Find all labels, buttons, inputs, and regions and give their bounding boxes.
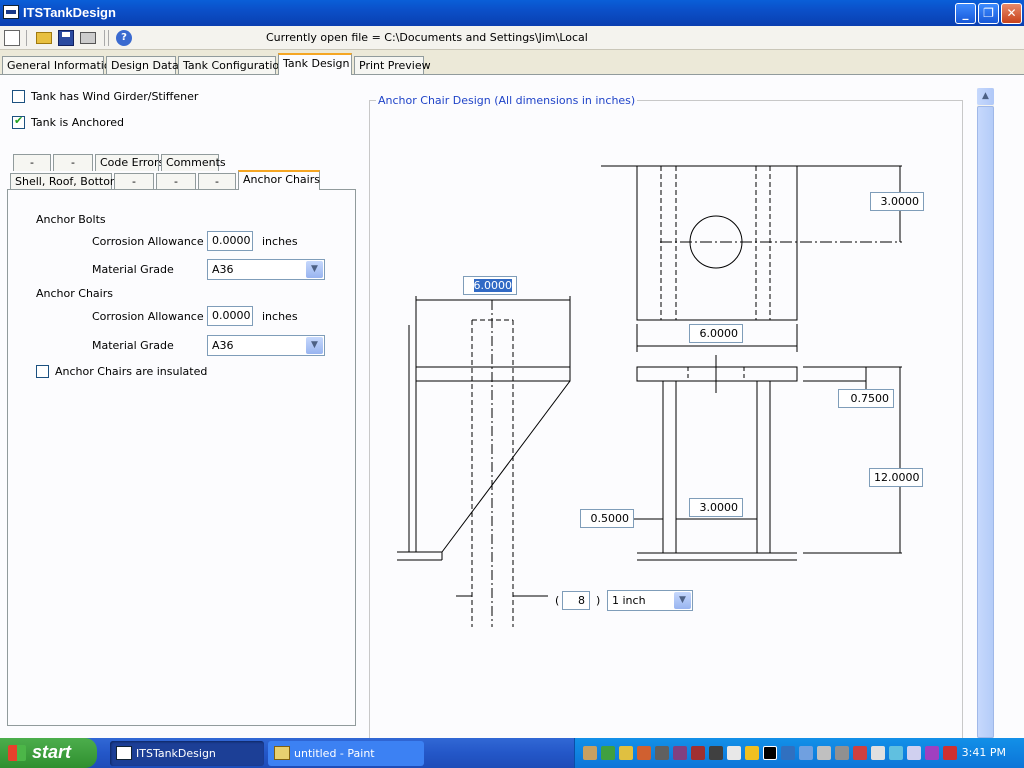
task-itstankdesign[interactable]: ITSTankDesign	[110, 741, 264, 766]
chair-height-input[interactable]: 12.0000	[869, 468, 923, 487]
cap-thickness-input[interactable]: 0.7500	[838, 389, 894, 408]
gusset-spacing-input[interactable]: 3.0000	[689, 498, 743, 517]
system-tray: 3:41 PM	[574, 738, 1024, 768]
tray-app-icon[interactable]	[709, 746, 723, 760]
taskbar: start ITSTankDesign untitled - Paint 3:4…	[0, 738, 1024, 768]
subtab-anchor-chairs[interactable]: Anchor Chairs	[238, 170, 320, 190]
side-view	[397, 296, 571, 627]
scroll-thumb[interactable]	[977, 106, 994, 738]
start-label: start	[32, 742, 72, 762]
bolt-count-open-paren: (	[555, 594, 560, 607]
windows-flag-icon	[8, 745, 26, 761]
plan-width-input[interactable]: 6.0000	[689, 324, 743, 343]
paint-icon	[274, 746, 290, 760]
gusset-thickness-input[interactable]: 0.5000	[580, 509, 634, 528]
tray-app-icon[interactable]	[853, 746, 867, 760]
clock: 3:41 PM	[961, 746, 1006, 759]
tab-tank-design[interactable]: Tank Design	[278, 53, 352, 75]
tray-app-icon[interactable]	[619, 746, 633, 760]
tray-app-icon[interactable]	[673, 746, 687, 760]
tray-app-icon[interactable]	[655, 746, 669, 760]
tray-app-icon[interactable]	[763, 746, 777, 760]
bolt-count-close-paren: )	[596, 594, 601, 607]
tray-app-icon[interactable]	[583, 746, 597, 760]
tray-app-icon[interactable]	[835, 746, 849, 760]
chevron-down-icon[interactable]: ▼	[674, 592, 691, 609]
side-width-value: 6.0000	[473, 279, 512, 292]
tray-app-icon[interactable]	[799, 746, 813, 760]
bolt-count-input[interactable]: 8	[562, 591, 590, 610]
tray-app-icon[interactable]	[943, 746, 957, 760]
tray-app-icon[interactable]	[691, 746, 705, 760]
app-icon	[116, 746, 132, 760]
shield-icon[interactable]	[745, 746, 759, 760]
network-icon[interactable]	[781, 746, 795, 760]
tray-app-icon[interactable]	[889, 746, 903, 760]
bolt-size-value: 1 inch	[612, 594, 646, 607]
volume-icon[interactable]	[817, 746, 831, 760]
top-height-input[interactable]: 3.0000	[870, 192, 924, 211]
task-label: untitled - Paint	[294, 747, 375, 760]
start-button[interactable]: start	[0, 738, 97, 768]
scroll-up-icon[interactable]: ▲	[977, 88, 994, 105]
anchor-chair-drawing	[397, 165, 902, 627]
plan-view	[601, 165, 902, 352]
task-label: ITSTankDesign	[136, 747, 216, 760]
search-icon[interactable]	[907, 746, 921, 760]
bolt-size-select[interactable]: 1 inch ▼	[607, 590, 693, 611]
tray-app-icon[interactable]	[871, 746, 885, 760]
front-view	[634, 355, 902, 561]
tray-app-icon[interactable]	[925, 746, 939, 760]
tray-app-icon[interactable]	[727, 746, 741, 760]
tray-app-icon[interactable]	[601, 746, 615, 760]
vertical-scrollbar[interactable]: ▲	[977, 88, 994, 738]
tray-app-icon[interactable]	[637, 746, 651, 760]
task-paint[interactable]: untitled - Paint	[268, 741, 424, 766]
side-width-input[interactable]: 6.0000	[463, 276, 517, 295]
